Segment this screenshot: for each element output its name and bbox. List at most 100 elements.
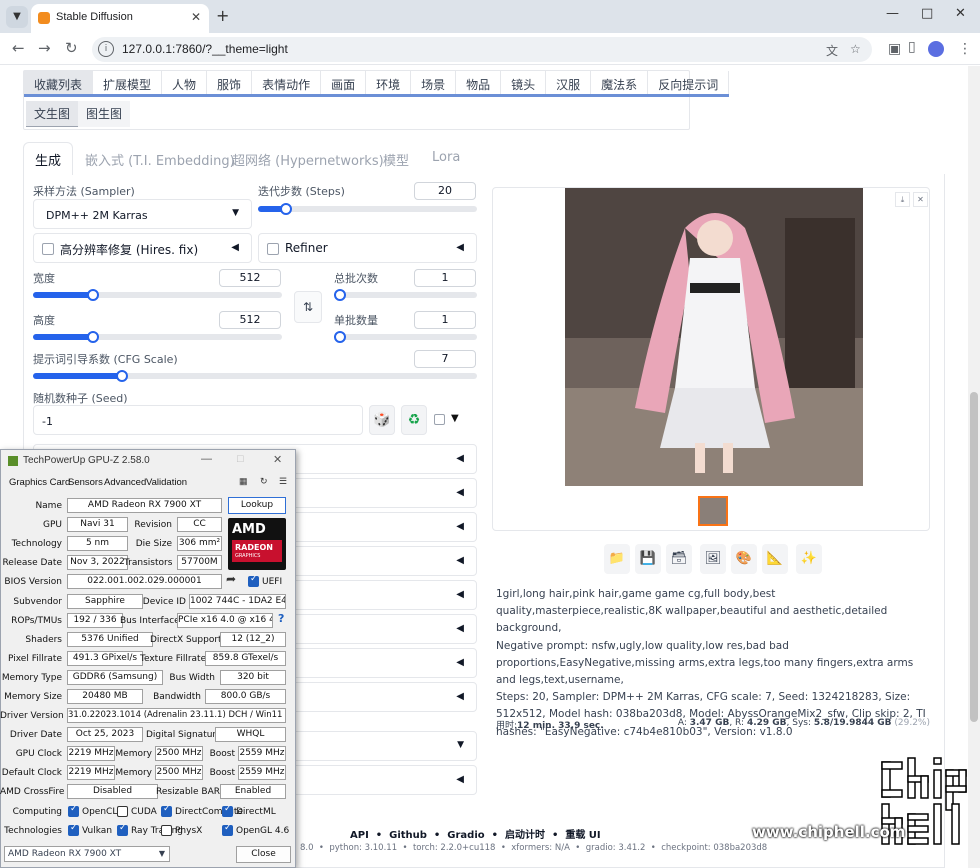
width-number[interactable]: 512: [219, 269, 281, 287]
width-slider[interactable]: [33, 289, 282, 301]
open-folder-icon[interactable]: 📁: [604, 544, 630, 574]
height-number[interactable]: 512: [219, 311, 281, 329]
category-tab[interactable]: 镜头: [501, 71, 547, 94]
gpuz-tab-sensors[interactable]: Sensors: [68, 477, 103, 488]
category-tab[interactable]: 汉服: [546, 71, 592, 94]
category-tab[interactable]: 人物: [162, 71, 208, 94]
category-tab[interactable]: 收藏列表: [24, 71, 94, 94]
menu-icon[interactable]: ☰: [279, 476, 287, 487]
footer-reload-ui-link[interactable]: 重载 UI: [565, 830, 600, 841]
gpuz-uefi-checkbox[interactable]: [248, 574, 259, 587]
batch-size-slider-knob[interactable]: [334, 331, 346, 343]
category-tab[interactable]: 物品: [456, 71, 502, 94]
gpuz-titlebar[interactable]: TechPowerUp GPU-Z 2.58.0 — □ ✕: [1, 450, 295, 472]
translate-icon[interactable]: 文: [826, 42, 838, 59]
tab-embedding[interactable]: 嵌入式 (T.I. Embedding): [85, 150, 235, 169]
send-to-img2img-icon[interactable]: 🖼: [700, 544, 726, 574]
share-bios-icon[interactable]: ➦: [226, 572, 236, 586]
footer-startup-profile-link[interactable]: 启动计时: [505, 830, 545, 841]
browser-tab[interactable]: Stable Diffusion ✕: [31, 4, 209, 33]
close-icon[interactable]: ✕: [913, 192, 928, 207]
window-close-button[interactable]: ✕: [955, 6, 966, 21]
category-tab[interactable]: 扩展模型: [93, 71, 163, 94]
page-scrollbar-thumb[interactable]: [970, 392, 978, 722]
gpuz-minimize-button[interactable]: —: [201, 453, 212, 465]
refiner-checkbox[interactable]: [267, 243, 279, 255]
reuse-seed-recycle-icon[interactable]: ♻: [401, 405, 427, 435]
width-slider-knob[interactable]: [87, 289, 99, 301]
steps-slider[interactable]: [258, 203, 477, 215]
height-slider-knob[interactable]: [87, 331, 99, 343]
height-slider[interactable]: [33, 331, 282, 343]
batch-count-number[interactable]: 1: [414, 269, 476, 287]
send-to-extras-icon[interactable]: 📐: [762, 544, 788, 574]
cfg-slider-knob[interactable]: [116, 370, 128, 382]
tab-close-icon[interactable]: ✕: [191, 10, 201, 24]
tab-hypernetworks[interactable]: 超网络 (Hypernetworks): [232, 150, 384, 169]
minimize-button[interactable]: —: [886, 6, 899, 21]
gpuz-tab-advanced[interactable]: Advanced: [104, 477, 146, 488]
category-tab[interactable]: 服饰: [207, 71, 253, 94]
batch-size-slider[interactable]: [334, 331, 477, 343]
gpuz-gpu-select[interactable]: AMD Radeon RX 7900 XT ▼: [4, 846, 170, 862]
subtab-img2img[interactable]: 图生图: [78, 101, 131, 127]
browser-menu-icon[interactable]: ⋮: [958, 41, 972, 57]
tab-lora[interactable]: Lora: [432, 150, 460, 165]
footer-gradio-link[interactable]: Gradio: [447, 830, 484, 841]
gpuz-tab-validation[interactable]: Validation: [146, 477, 187, 488]
tab-checkpoints[interactable]: 模型: [383, 150, 409, 169]
batch-size-number[interactable]: 1: [414, 311, 476, 329]
category-tab[interactable]: 环境: [366, 71, 412, 94]
save-icon[interactable]: 💾: [635, 544, 661, 574]
category-tab[interactable]: 反向提示词: [648, 71, 730, 94]
seed-input[interactable]: -1: [33, 405, 363, 435]
hires-fix-checkbox[interactable]: [42, 243, 54, 255]
tab-generate[interactable]: 生成: [35, 150, 61, 169]
site-info-icon[interactable]: i: [98, 41, 114, 57]
sampler-dropdown[interactable]: DPM++ 2M Karras ▼: [33, 199, 252, 229]
subtab-txt2img[interactable]: 文生图: [26, 101, 79, 127]
category-tab[interactable]: 场景: [411, 71, 457, 94]
address-bar[interactable]: i 127.0.0.1:7860/?__theme=light 文 ☆: [92, 37, 872, 62]
category-tab[interactable]: 魔法系: [591, 71, 649, 94]
tab-search-icon[interactable]: ▼: [6, 6, 28, 28]
extra-seed-arrow-icon[interactable]: ▼: [451, 413, 459, 424]
gpuz-close-dialog-button[interactable]: Close: [236, 846, 291, 863]
gpuz-close-button[interactable]: ✕: [273, 453, 282, 466]
side-panel-icon[interactable]: ▯: [908, 39, 916, 55]
steps-number[interactable]: 20: [414, 182, 476, 200]
zip-archive-icon[interactable]: 🗃: [666, 544, 692, 574]
forward-icon[interactable]: →: [38, 39, 51, 57]
random-seed-dice-icon[interactable]: 🎲: [369, 405, 395, 435]
generated-image[interactable]: [565, 188, 863, 486]
bus-help-icon[interactable]: ?: [278, 612, 284, 625]
batch-count-slider-knob[interactable]: [334, 289, 346, 301]
gpuz-tab-graphics-card[interactable]: Graphics Card: [9, 477, 70, 488]
hires-fix-accordion[interactable]: 高分辨率修复 (Hires. fix) ◀: [33, 233, 252, 263]
footer-api-link[interactable]: API: [350, 830, 369, 841]
maximize-button[interactable]: □: [921, 6, 933, 21]
profile-avatar[interactable]: [928, 41, 944, 57]
category-tab[interactable]: 画面: [321, 71, 367, 94]
swap-dimensions-button[interactable]: ⇅: [294, 291, 322, 323]
bookmark-star-icon[interactable]: ☆: [850, 42, 861, 56]
download-icon[interactable]: ⤓: [895, 192, 910, 207]
cfg-number[interactable]: 7: [414, 350, 476, 368]
cfg-slider[interactable]: [33, 370, 477, 382]
sparkle-icon[interactable]: ✨: [796, 544, 822, 574]
footer-github-link[interactable]: Github: [389, 830, 427, 841]
batch-count-slider[interactable]: [334, 289, 477, 301]
gallery-thumbnail[interactable]: [698, 496, 728, 526]
extra-seed-checkbox[interactable]: [434, 414, 445, 425]
send-to-inpaint-icon[interactable]: 🎨: [731, 544, 757, 574]
refiner-accordion[interactable]: Refiner ◀: [258, 233, 477, 263]
reload-icon[interactable]: ↻: [65, 39, 78, 57]
extensions-icon[interactable]: ▣: [888, 41, 901, 57]
refresh-icon[interactable]: ↻: [260, 476, 268, 487]
gpuz-lookup-button[interactable]: Lookup: [228, 497, 286, 514]
camera-icon[interactable]: ▦: [239, 476, 248, 487]
url-text[interactable]: 127.0.0.1:7860/?__theme=light: [122, 42, 288, 56]
category-tab[interactable]: 表情动作: [252, 71, 322, 94]
back-icon[interactable]: ←: [12, 39, 25, 57]
steps-slider-knob[interactable]: [280, 203, 292, 215]
